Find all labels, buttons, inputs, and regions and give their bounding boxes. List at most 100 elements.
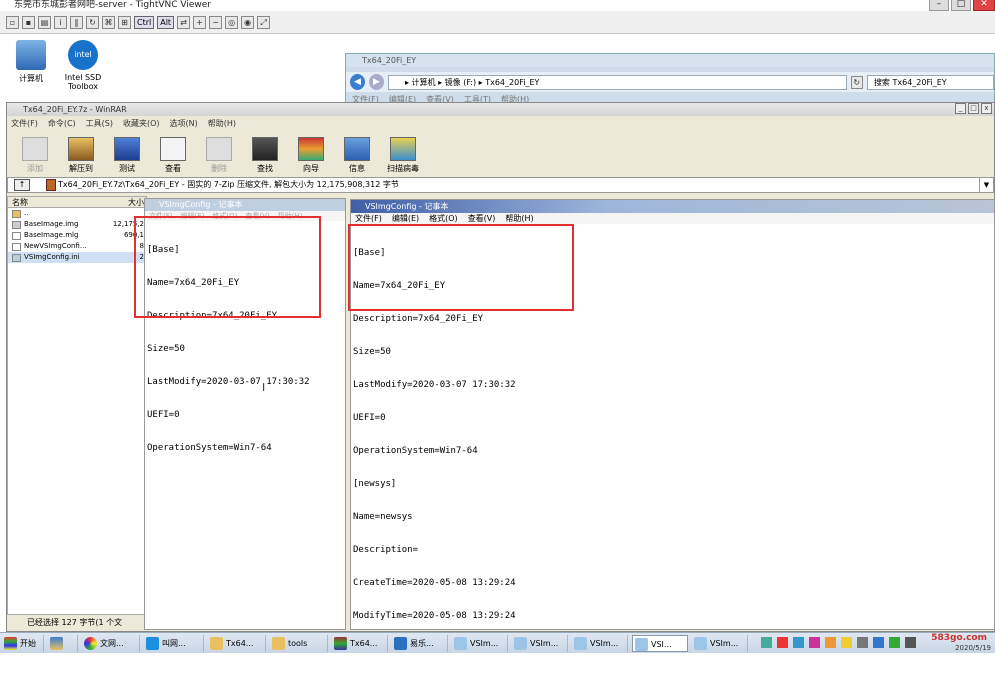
winrar-toolbar: 添加 解压到 测试 查看 删除 查找 向导 信息 扫描病毒 — [7, 132, 994, 174]
delete-button[interactable]: 删除 — [201, 137, 237, 174]
taskbar-item[interactable]: 易乐... — [392, 635, 448, 652]
close-button[interactable]: x — [981, 103, 992, 114]
add-button[interactable]: 添加 — [17, 137, 53, 174]
back-icon[interactable]: ◀ — [350, 74, 365, 90]
column-name[interactable]: 名称 — [12, 198, 28, 207]
wizard-button[interactable]: 向导 — [293, 137, 329, 174]
menu-file[interactable]: 文件(F) — [11, 117, 38, 130]
save-icon[interactable]: ▪ — [22, 15, 35, 29]
test-button[interactable]: 测试 — [109, 137, 145, 174]
highlight-box-right — [348, 224, 574, 311]
chevron-down-icon[interactable]: ▼ — [979, 178, 993, 192]
folder-icon — [210, 637, 223, 650]
column-size[interactable]: 大小 — [128, 197, 144, 208]
list-item[interactable]: BaseImage.img 12,175,2 — [8, 219, 146, 230]
zoom-100-icon[interactable]: ◎ — [225, 15, 239, 29]
list-item[interactable]: .. — [8, 208, 146, 219]
zoom-in-icon[interactable]: + — [193, 15, 207, 29]
new-connection-icon[interactable]: ▫ — [6, 15, 19, 29]
menu-options[interactable]: 选项(N) — [170, 117, 198, 130]
list-header: 名称 大小 — [8, 197, 146, 208]
taskbar-item[interactable]: VSIm... — [452, 635, 508, 652]
app-icon — [146, 637, 159, 650]
taskbar-item-active[interactable]: VSI... — [632, 635, 688, 652]
system-tray: 583go.com 2020/5/19 — [755, 633, 995, 654]
delete-icon — [206, 137, 232, 161]
taskbar-item[interactable]: 叫网... — [144, 635, 204, 652]
fullscreen-icon[interactable]: ⤢ — [257, 15, 271, 29]
virus-scan-button[interactable]: 扫描病毒 — [385, 137, 421, 174]
notepad-icon — [454, 637, 467, 650]
menu-commands[interactable]: 命令(C) — [48, 117, 76, 130]
list-item[interactable]: VSImgConfig.ini 2 — [8, 252, 146, 263]
menu-item[interactable]: 格式(O) — [429, 213, 458, 224]
maximize-button[interactable]: □ — [968, 103, 979, 114]
menu-item[interactable]: 编辑(E) — [392, 213, 419, 224]
clock-date[interactable]: 2020/5/19 — [955, 644, 991, 652]
forward-icon[interactable]: ▶ — [369, 74, 384, 90]
minimize-button[interactable]: _ — [955, 103, 966, 114]
file-icon — [12, 221, 21, 229]
options-icon[interactable]: ▤ — [38, 15, 51, 29]
address-bar[interactable]: ▸ 计算机 ▸ 镜像 (F:) ▸ Tx64_20Fi_EY — [388, 74, 847, 90]
extract-to-button[interactable]: 解压到 — [63, 137, 99, 174]
taskbar-item[interactable]: tools — [270, 635, 328, 652]
menu-item[interactable]: 查看(V) — [468, 213, 496, 224]
explorer-title: Tx64_20Fi_EY — [346, 54, 994, 67]
refresh-icon[interactable]: ↻ — [86, 15, 99, 29]
view-button[interactable]: 查看 — [155, 137, 191, 174]
info-icon[interactable]: i — [54, 15, 67, 29]
search-input[interactable]: 搜索 Tx64_20Fi_EY — [866, 74, 994, 90]
zoom-fit-icon[interactable]: ◉ — [241, 15, 255, 29]
tray-icon[interactable] — [841, 637, 852, 648]
pause-icon[interactable]: ‖ — [70, 15, 83, 29]
zoom-out-icon[interactable]: − — [209, 15, 223, 29]
list-item[interactable]: NewVSImgConfi... 8 — [8, 241, 146, 252]
up-folder-icon[interactable]: ↑ — [14, 179, 30, 191]
archive-file-list[interactable]: 名称 大小 .. BaseImage.img 12,175,2 BaseImage… — [7, 196, 147, 620]
desktop-icon-intel-ssd[interactable]: intel Intel SSD Toolbox — [58, 40, 108, 91]
menu-help[interactable]: 帮助(H) — [208, 117, 236, 130]
shield-icon — [50, 637, 63, 650]
desktop-icon-computer[interactable]: 计算机 — [6, 40, 56, 84]
ctrl-key-button[interactable]: Ctrl — [134, 15, 155, 29]
close-button[interactable]: ✕ — [973, 0, 995, 11]
list-item[interactable]: BaseImage.mlg 690,1 — [8, 230, 146, 241]
tray-icon[interactable] — [777, 637, 788, 648]
app-icon — [394, 637, 407, 650]
explorer-window[interactable]: Tx64_20Fi_EY ◀ ▶ ▸ 计算机 ▸ 镜像 (F:) ▸ Tx64_… — [345, 53, 995, 104]
info-button[interactable]: 信息 — [339, 137, 375, 174]
windows-logo-icon — [4, 637, 17, 650]
refresh-icon[interactable]: ↻ — [850, 75, 863, 89]
start-menu-icon[interactable]: ⊞ — [118, 15, 131, 29]
taskbar-item[interactable]: Tx64... — [332, 635, 388, 652]
archive-path-bar[interactable]: ↑ Tx64_20Fi_EY.7z\Tx64_20Fi_EY - 固实的 7-Z… — [7, 177, 994, 193]
minimize-button[interactable]: – — [929, 0, 949, 11]
find-button[interactable]: 查找 — [247, 137, 283, 174]
tray-icon[interactable] — [905, 637, 916, 648]
taskbar-item[interactable]: 文网... — [82, 635, 140, 652]
taskbar-item[interactable]: VSIm... — [692, 635, 748, 652]
tray-icon[interactable] — [809, 637, 820, 648]
binoculars-icon — [252, 137, 278, 161]
tray-icon[interactable] — [889, 637, 900, 648]
start-button[interactable]: 开始 — [2, 635, 44, 652]
tray-icon[interactable] — [825, 637, 836, 648]
tray-icon[interactable] — [793, 637, 804, 648]
ctrl-alt-del-icon[interactable]: ⌘ — [102, 15, 115, 29]
menu-tools[interactable]: 工具(S) — [86, 117, 113, 130]
tray-icon[interactable] — [857, 637, 868, 648]
notepad-title: VSImgConfig - 记事本 — [351, 200, 994, 213]
tray-icon[interactable] — [761, 637, 772, 648]
tray-icon[interactable] — [873, 637, 884, 648]
menu-favorites[interactable]: 收藏夹(O) — [123, 117, 160, 130]
taskbar-item[interactable]: VSIm... — [512, 635, 568, 652]
taskbar-shield[interactable] — [48, 635, 78, 652]
alt-key-button[interactable]: Alt — [157, 15, 175, 29]
maximize-button[interactable]: □ — [951, 0, 971, 11]
taskbar-item[interactable]: Tx64... — [208, 635, 266, 652]
taskbar-item[interactable]: VSIm... — [572, 635, 628, 652]
transfer-icon[interactable]: ⇄ — [177, 15, 191, 29]
menu-item[interactable]: 文件(F) — [355, 213, 382, 224]
menu-item[interactable]: 帮助(H) — [505, 213, 533, 224]
